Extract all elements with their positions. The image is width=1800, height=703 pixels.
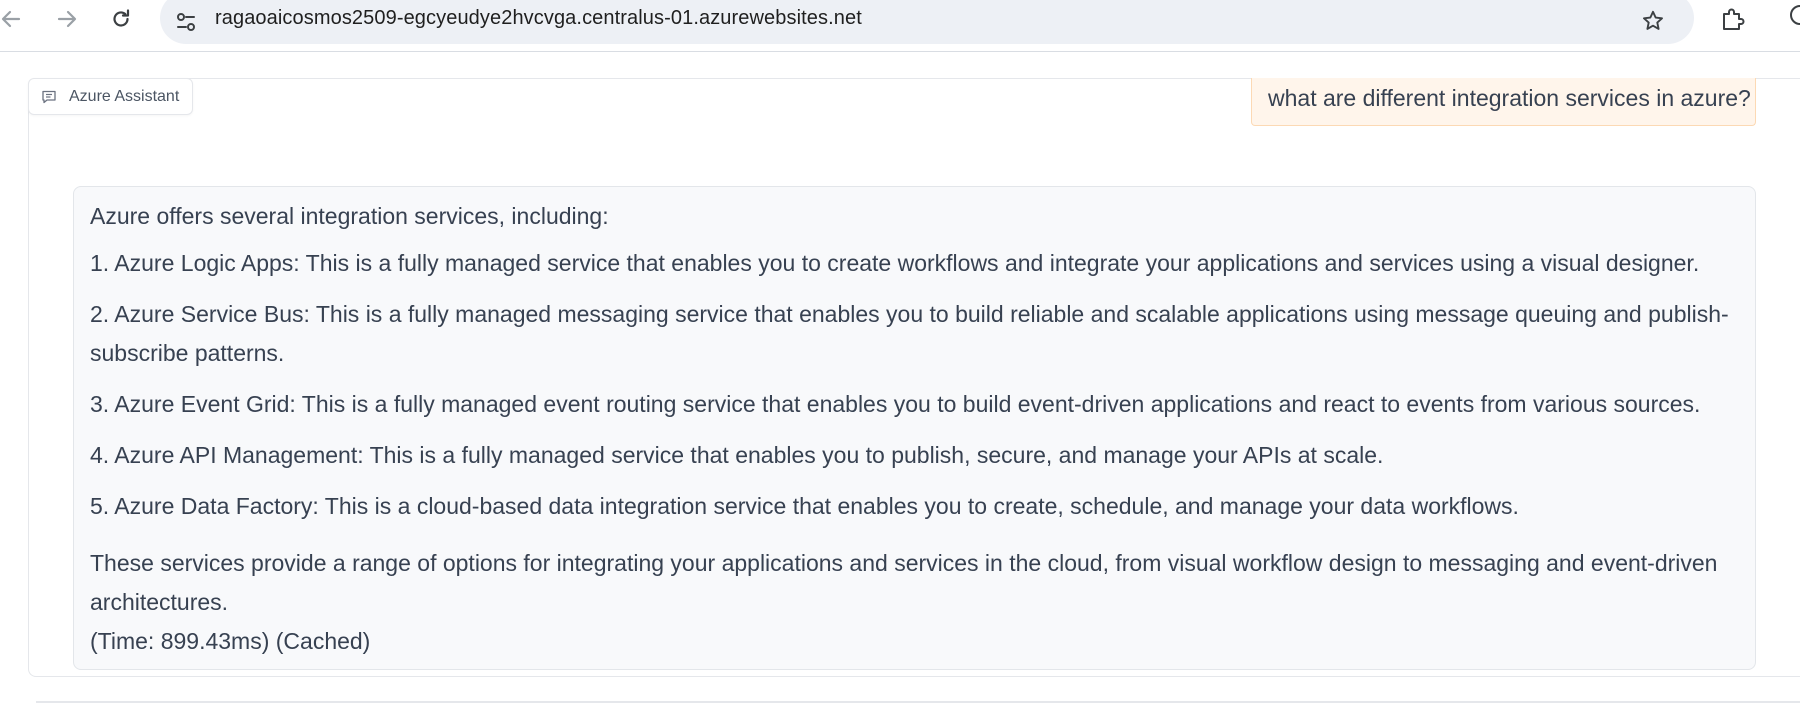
response-summary: These services provide a range of option… [90,550,1718,615]
address-bar[interactable]: ragaoaicosmos2509-egcyeudye2hvcvga.centr… [160,0,1694,44]
forward-button[interactable] [52,4,82,34]
site-settings-icon [177,13,195,31]
user-message: what are different integration services … [1251,78,1756,126]
site-info-button[interactable] [172,8,200,36]
arrow-left-icon [1,10,21,28]
bookmark-button[interactable] [1638,6,1668,36]
back-button[interactable] [0,4,26,34]
reload-icon [113,9,130,27]
response-intro: Azure offers several integration service… [90,203,609,229]
star-icon [1643,10,1663,30]
list-item: 4. Azure API Management: This is a fully… [90,442,1384,468]
assistant-tab: Azure Assistant [28,78,194,115]
list-item: 2. Azure Service Bus: This is a fully ma… [90,301,1729,366]
list-item: 5. Azure Data Factory: This is a cloud-b… [90,493,1519,519]
response-timing: (Time: 899.43ms) (Cached) [90,628,371,654]
profile-icon[interactable] [1788,2,1800,36]
url-text[interactable]: ragaoaicosmos2509-egcyeudye2hvcvga.centr… [215,7,862,30]
assistant-message: Azure offers several integration service… [73,186,1756,670]
browser-toolbar: ragaoaicosmos2509-egcyeudye2hvcvga.centr… [0,0,1800,52]
chat-icon [41,89,57,105]
arrow-right-icon [57,10,77,28]
list-item: 3. Azure Event Grid: This is a fully man… [90,391,1701,417]
list-item: 1. Azure Logic Apps: This is a fully man… [90,250,1700,276]
puzzle-icon [1723,8,1745,30]
reload-button[interactable] [106,4,136,34]
assistant-tab-label: Azure Assistant [69,87,180,105]
extensions-button[interactable] [1716,2,1750,36]
